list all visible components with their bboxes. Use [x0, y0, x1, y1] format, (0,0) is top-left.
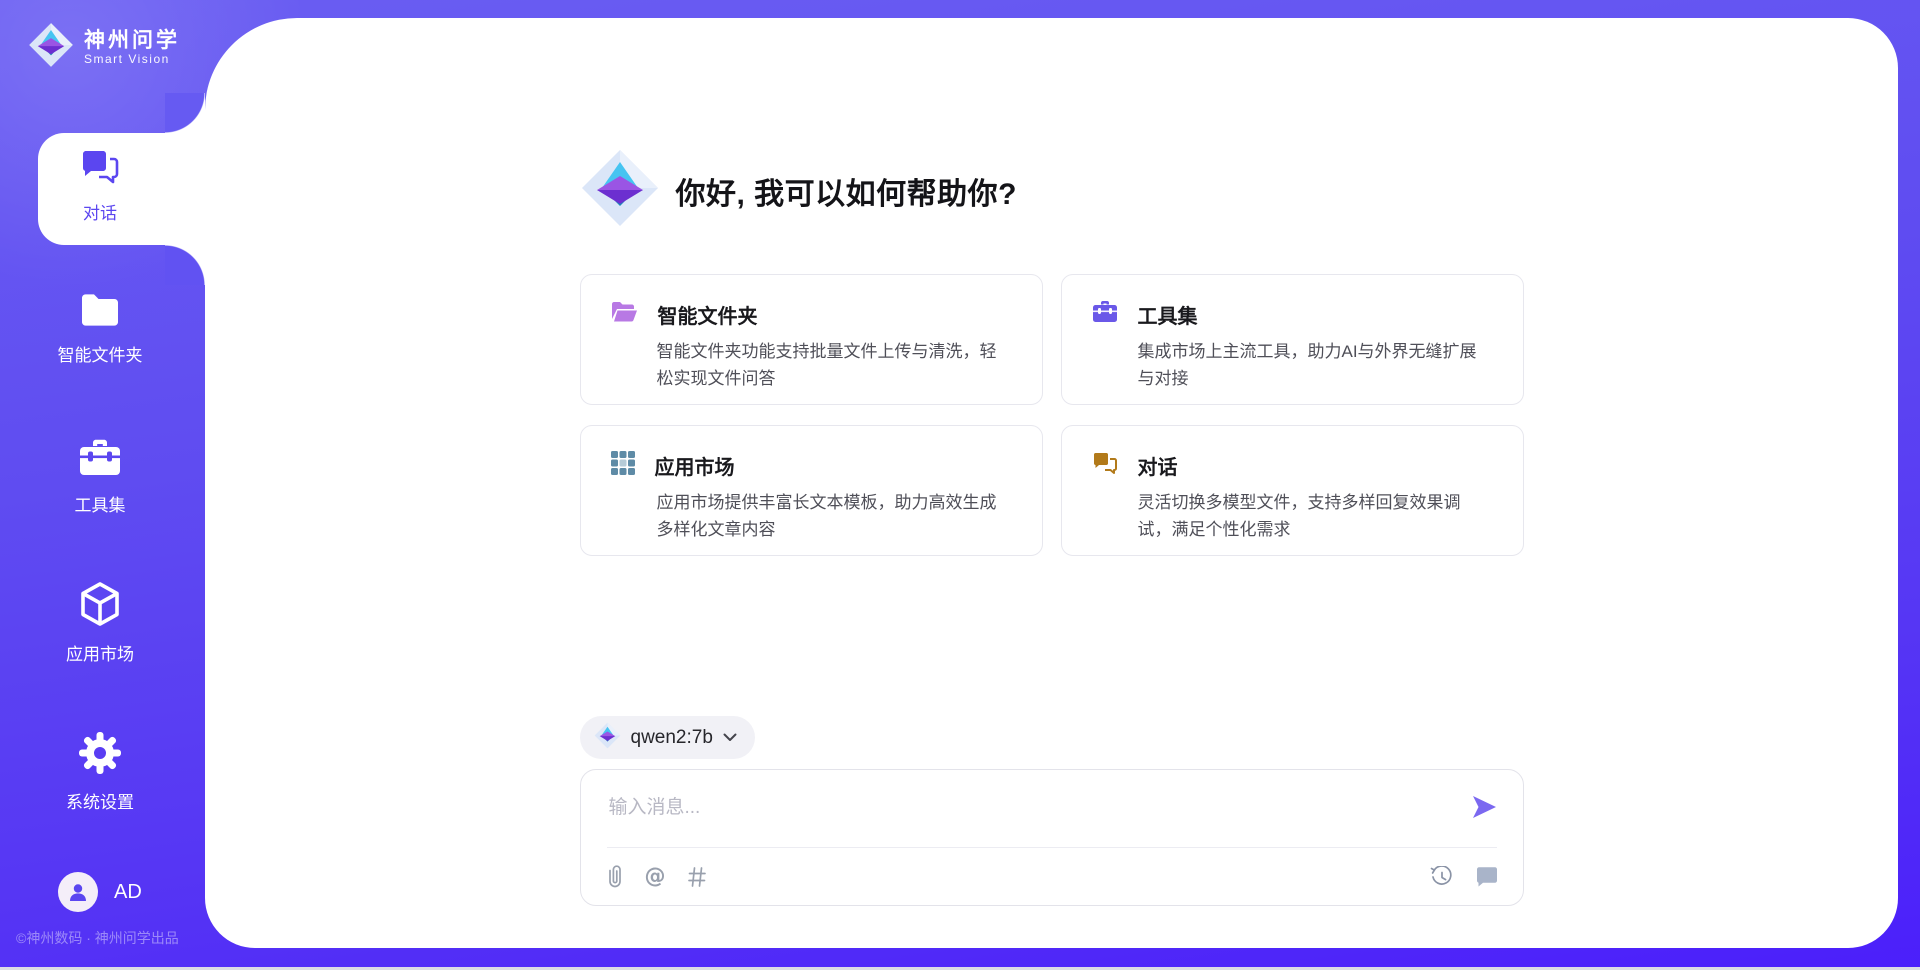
- model-name: qwen2:7b: [631, 727, 713, 749]
- feedback-icon[interactable]: [1475, 867, 1497, 887]
- card-title: 应用市场: [655, 451, 735, 480]
- cube-icon: [78, 581, 122, 632]
- folder-open-icon: [611, 301, 638, 328]
- sidebar-item-chat[interactable]: 对话: [0, 148, 200, 224]
- attachment-icon[interactable]: [607, 865, 623, 889]
- active-tab-top-curve: [165, 93, 205, 133]
- message-input[interactable]: [581, 770, 1451, 844]
- hash-icon[interactable]: [688, 867, 706, 887]
- avatar: [58, 872, 98, 912]
- card-title: 智能文件夹: [658, 300, 758, 329]
- brand-diamond-icon: [28, 22, 74, 73]
- card-desc: 应用市场提供丰富长文本模板，助力高效生成多样化文章内容: [657, 489, 1012, 543]
- brand-name-en: Smart Vision: [84, 53, 180, 67]
- card-toolset[interactable]: 工具集 集成市场上主流工具，助力AI与外界无缝扩展与对接: [1061, 274, 1524, 405]
- user-profile[interactable]: AD: [58, 872, 142, 912]
- message-composer: @: [580, 769, 1524, 906]
- greeting-title: 你好, 我可以如何帮助你?: [676, 169, 1018, 213]
- sidebar-item-settings[interactable]: 系统设置: [0, 731, 200, 813]
- card-chat[interactable]: 对话 灵活切换多模型文件，支持多样回复效果调试，满足个性化需求: [1061, 425, 1524, 556]
- feature-cards: 智能文件夹 智能文件夹功能支持批量文件上传与清洗，轻松实现文件问答: [580, 274, 1524, 556]
- toolbox-icon: [78, 438, 122, 483]
- active-tab-bottom-curve: [165, 245, 205, 285]
- brand-diamond-icon: [580, 148, 660, 233]
- card-desc: 集成市场上主流工具，助力AI与外界无缝扩展与对接: [1138, 338, 1493, 392]
- card-title: 工具集: [1138, 300, 1198, 329]
- user-name: AD: [114, 881, 142, 904]
- card-desc: 智能文件夹功能支持批量文件上传与清洗，轻松实现文件问答: [657, 338, 1012, 392]
- sidebar-item-label: 对话: [83, 199, 117, 224]
- card-title: 对话: [1138, 451, 1178, 480]
- send-button[interactable]: [1469, 792, 1499, 822]
- sidebar-item-label: 系统设置: [66, 788, 134, 813]
- sidebar: 神州问学 Smart Vision 对话 智能文件夹: [0, 0, 205, 970]
- main-panel: 你好, 我可以如何帮助你? 智能文件夹 智能文件夹功能支持批量文件上传与清洗，轻…: [205, 18, 1898, 948]
- sidebar-item-smart-folder[interactable]: 智能文件夹: [0, 292, 200, 366]
- card-app-market[interactable]: 应用市场 应用市场提供丰富长文本模板，助力高效生成多样化文章内容: [580, 425, 1043, 556]
- brand-logo: 神州问学 Smart Vision: [28, 22, 180, 73]
- history-icon[interactable]: [1430, 866, 1453, 888]
- model-diamond-icon: [594, 722, 621, 754]
- brand-name-cn: 神州问学: [84, 29, 180, 53]
- card-smart-folder[interactable]: 智能文件夹 智能文件夹功能支持批量文件上传与清洗，轻松实现文件问答: [580, 274, 1043, 405]
- sidebar-item-toolset[interactable]: 工具集: [0, 438, 200, 516]
- folder-icon: [78, 292, 122, 333]
- sidebar-item-label: 工具集: [75, 491, 126, 516]
- card-desc: 灵活切换多模型文件，支持多样回复效果调试，满足个性化需求: [1138, 489, 1493, 543]
- grid-icon: [611, 451, 635, 480]
- gear-icon: [78, 731, 122, 780]
- chat-icon: [1092, 452, 1118, 480]
- model-selector[interactable]: qwen2:7b: [580, 716, 755, 759]
- chat-icon: [79, 148, 121, 191]
- greeting-block: 你好, 我可以如何帮助你?: [580, 148, 1018, 233]
- mention-icon[interactable]: @: [645, 866, 666, 887]
- chevron-down-icon: [723, 729, 737, 747]
- copyright-text: ©神州数码 · 神州问学出品: [16, 928, 179, 948]
- toolbox-icon: [1092, 300, 1118, 329]
- sidebar-item-app-market[interactable]: 应用市场: [0, 581, 200, 665]
- sidebar-item-label: 应用市场: [66, 640, 134, 665]
- sidebar-item-label: 智能文件夹: [58, 341, 143, 366]
